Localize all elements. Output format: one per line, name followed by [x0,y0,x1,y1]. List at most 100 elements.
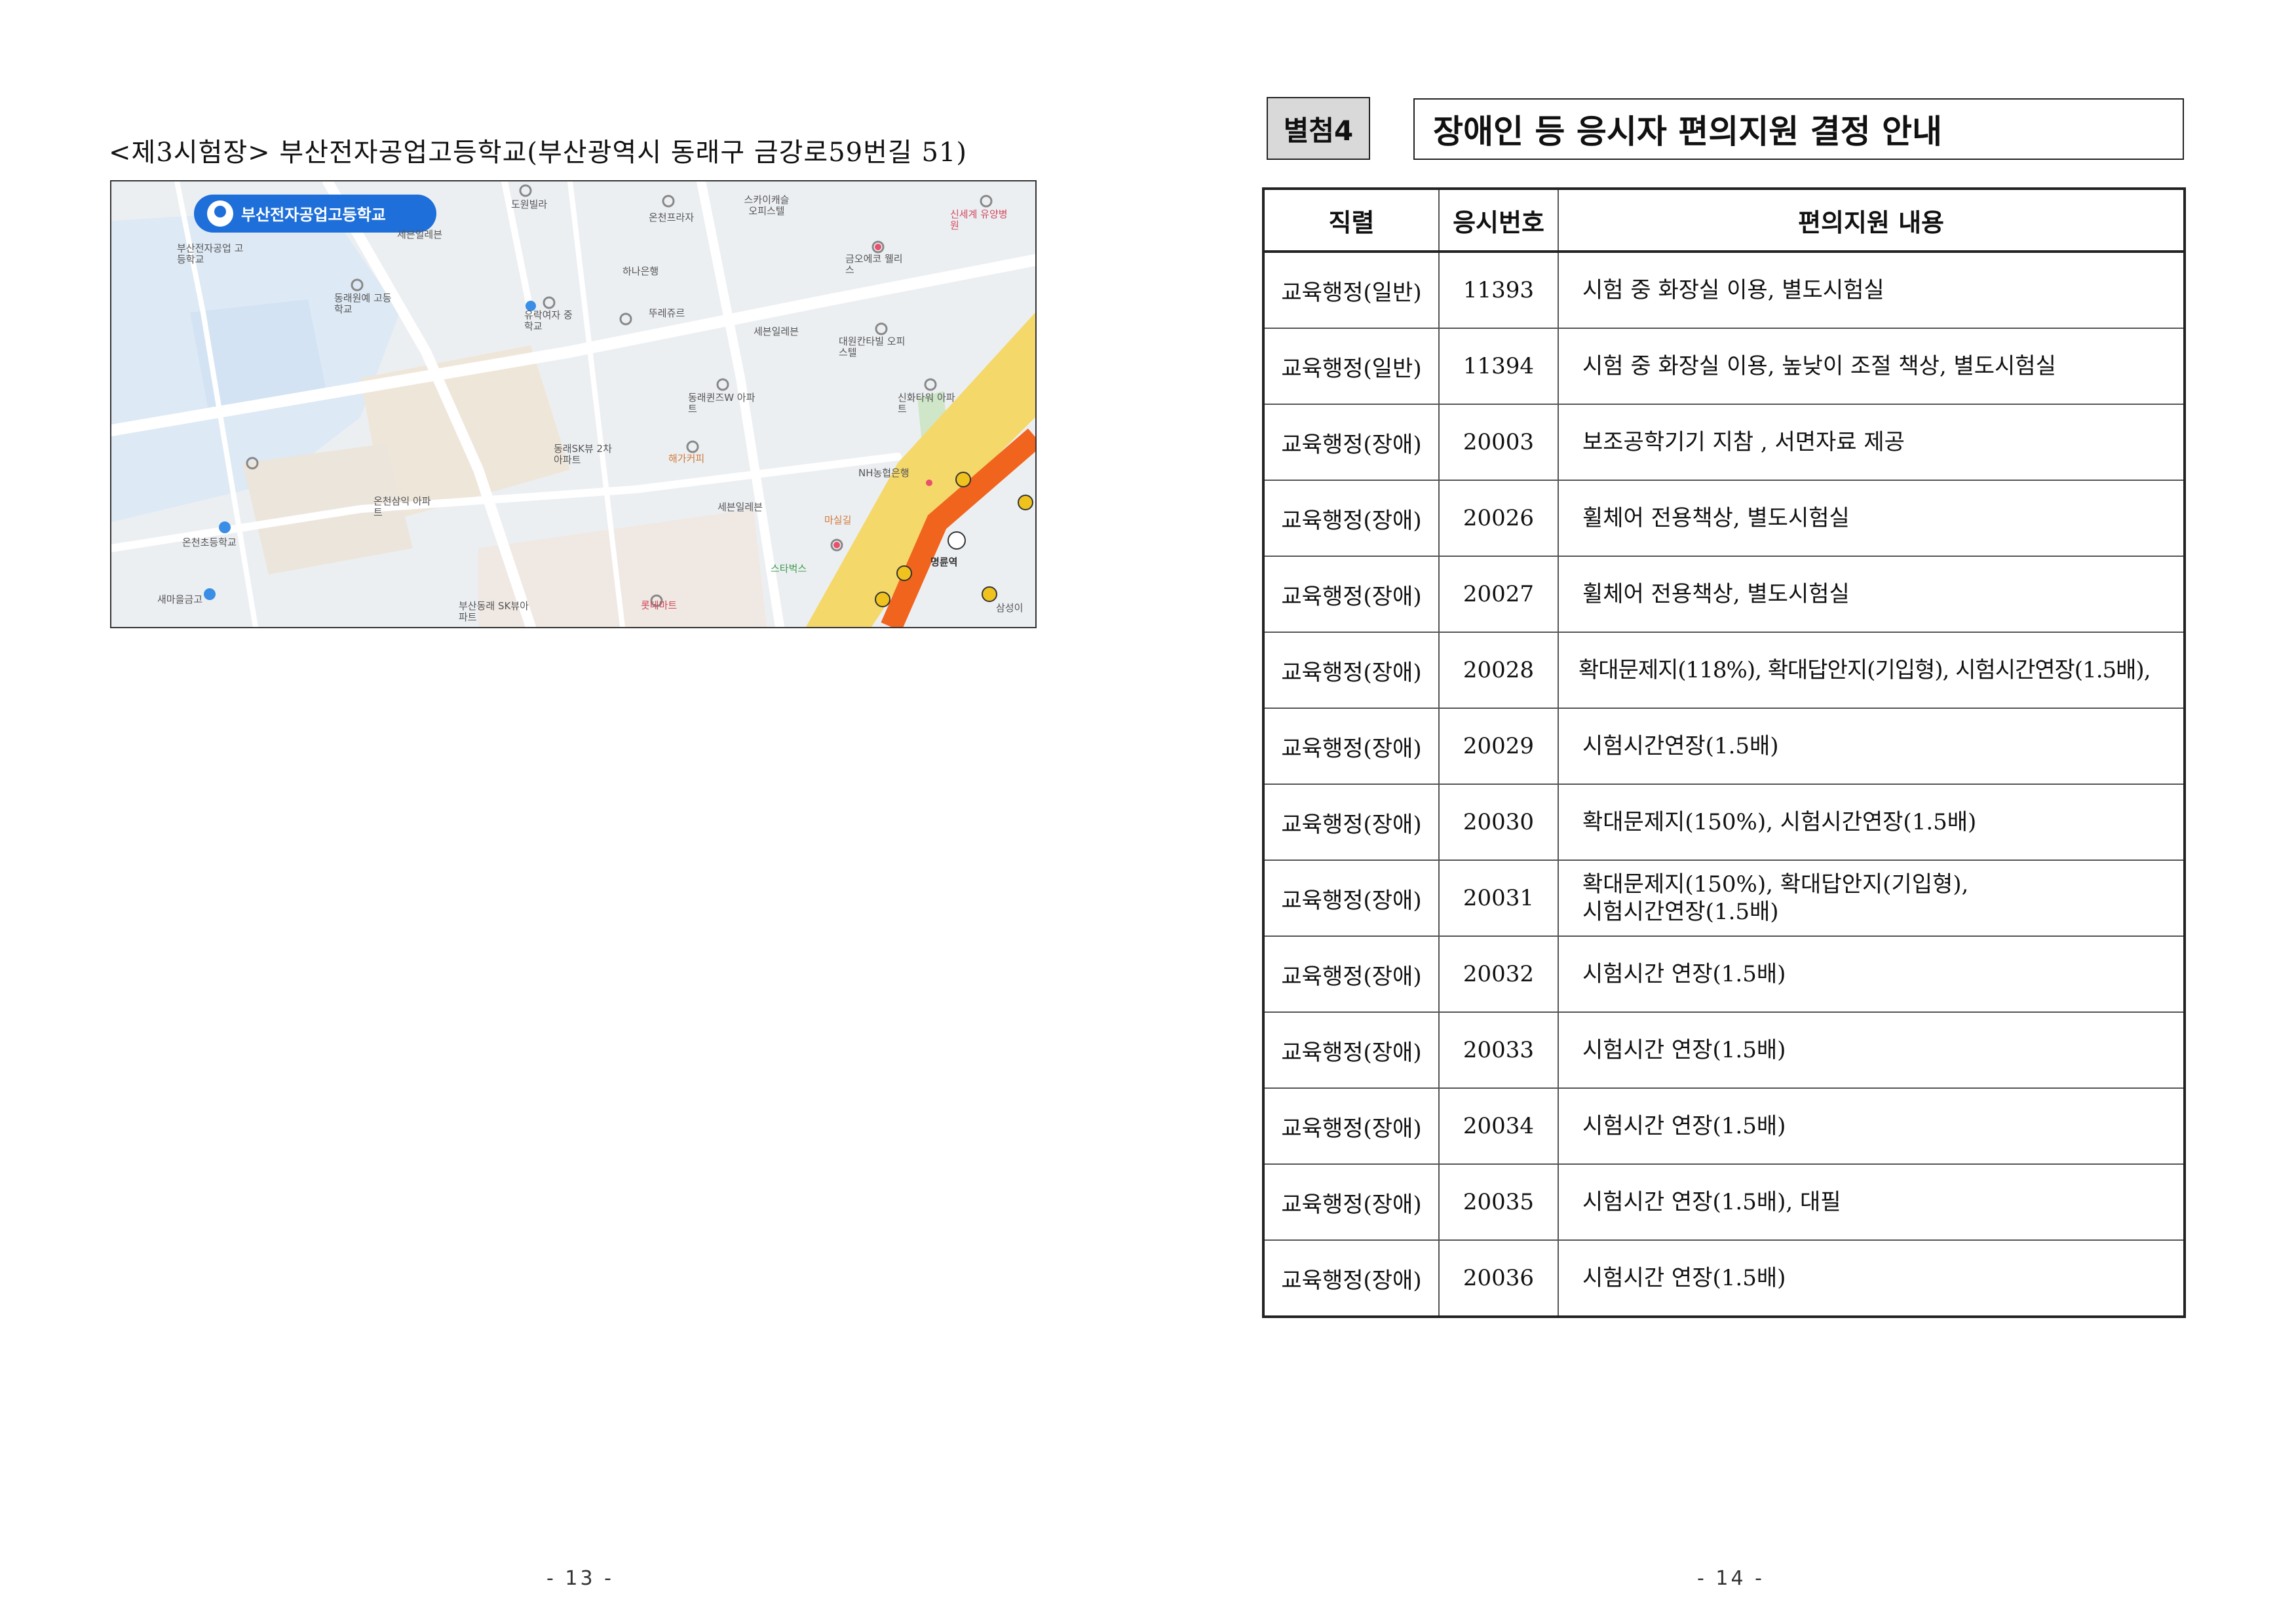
cell-number: 20027 [1438,556,1559,633]
map-label: 하나은행 [622,265,659,277]
desc-line: 휠체어 전용책상, 별도시험실 [1582,504,1850,531]
cell-job: 교육행정(장애) [1263,784,1440,861]
cell-number: 20026 [1438,480,1559,557]
table-row: 교육행정(장애) 20030 확대문제지(150%), 시험시간연장(1.5배) [1263,784,2185,861]
annex-title: 장애인 등 응시자 편의지원 결정 안내 [1413,98,2184,160]
map-label: 스카이캐슬 오피스텔 [744,194,790,217]
venue-title: <제3시험장> 부산전자공업고등학교(부산광역시 동래구 금강로59번길 51) [109,138,967,168]
desc-line: 시험시간 연장(1.5배) [1582,1112,1786,1139]
cell-desc: 보조공학기기 지참 , 서면자료 제공 [1558,404,2185,481]
map-label: 세븐일레븐 [718,501,763,513]
header-job: 직렬 [1263,188,1440,253]
table-row: 교육행정(장애) 20036 시험시간 연장(1.5배) [1263,1239,2185,1317]
cell-desc: 확대문제지(150%), 시험시간연장(1.5배) [1558,784,2185,861]
cell-job: 교육행정(장애) [1263,480,1440,557]
map-label: 새마을금고 [157,594,203,605]
cell-number: 20033 [1438,1011,1559,1089]
cell-desc: 휠체어 전용책상, 별도시험실 [1558,556,2185,633]
map-label: 명륜역 [930,556,958,568]
cell-desc: 시험시간연장(1.5배) [1558,708,2185,785]
desc-line: 확대문제지(150%), 확대답안지(기입형), [1582,871,1969,897]
map-label: 온천삼익 아파트 [373,495,431,518]
cell-job: 교육행정(일반) [1263,251,1440,329]
cell-number: 20029 [1438,708,1559,785]
cell-desc: 시험시간 연장(1.5배) [1558,935,2185,1013]
desc-line: 시험시간 연장(1.5배) [1582,1036,1786,1063]
cell-desc: 확대문제지(150%), 확대답안지(기입형), 시험시간연장(1.5배) [1558,859,2185,937]
table-row: 교육행정(장애) 20026 휠체어 전용책상, 별도시험실 [1263,480,2185,557]
map-label: 금오에코 웰리스 [845,253,903,276]
map-label: 동래원예 고등학교 [334,292,392,315]
cell-number: 20030 [1438,784,1559,861]
map-labels: 도원빌라 온천프라자 스카이캐슬 오피스텔 신세계 유양병원 세븐일레븐 부산전… [111,181,1035,627]
map-label: 세븐일레븐 [397,229,443,240]
table-row: 교육행정(장애) 20003 보조공학기기 지참 , 서면자료 제공 [1263,404,2185,481]
map-label: 온천초등학교 [182,537,237,548]
header-number: 응시번호 [1438,188,1559,253]
cell-number: 20036 [1438,1239,1559,1317]
desc-line: 시험 중 화장실 이용, 높낮이 조절 책상, 별도시험실 [1582,352,2056,379]
cell-number: 20032 [1438,935,1559,1013]
desc-line: 휠체어 전용책상, 별도시험실 [1582,580,1850,607]
cell-job: 교육행정(장애) [1263,556,1440,633]
cell-desc: 시험시간 연장(1.5배) [1558,1239,2185,1317]
header-desc: 편의지원 내용 [1558,188,2185,253]
desc-line: 보조공학기기 지참 , 서면자료 제공 [1582,428,1905,455]
map-label: 삼성이 [996,602,1024,614]
desc-line: 시험 중 화장실 이용, 별도시험실 [1582,276,1885,303]
cell-job: 교육행정(장애) [1263,708,1440,785]
cell-desc: 시험시간 연장(1.5배) [1558,1087,2185,1165]
map-label: 동래퀸즈W 아파트 [688,392,756,415]
map-label: 신화타워 아파트 [898,392,955,415]
cell-desc: 시험 중 화장실 이용, 높낮이 조절 책상, 별도시험실 [1558,328,2185,405]
table-row: 교육행정(장애) 20029 시험시간연장(1.5배) [1263,708,2185,785]
cell-desc: 확대문제지(118%), 확대답안지(기입형), 시험시간연장(1.5배), [1558,632,2185,709]
map-label: 온천프라자 [649,212,695,223]
map-label: 롯데마트 [641,599,678,611]
cell-job: 교육행정(장애) [1263,1011,1440,1089]
table-row: 교육행정(장애) 20035 시험시간 연장(1.5배), 대필 [1263,1163,2185,1241]
map-label: 뚜레쥬르 [649,307,685,319]
desc-line: 시험시간 연장(1.5배) [1582,960,1786,987]
desc-line: 확대문제지(150%), 시험시간연장(1.5배) [1582,808,1977,835]
map-label: 유락여자 중학교 [524,309,573,332]
desc-line: 시험시간 연장(1.5배), 대필 [1582,1188,1841,1215]
table-row: 교육행정(장애) 20028 확대문제지(118%), 확대답안지(기입형), … [1263,632,2185,709]
table-row: 교육행정(장애) 20033 시험시간 연장(1.5배) [1263,1011,2185,1089]
cell-number: 20028 [1438,632,1559,709]
cell-job: 교육행정(장애) [1263,1087,1440,1165]
location-map: 부산전자공업고등학교 도원빌라 온천프라자 스카이캐슬 오피스텔 신세계 유양병… [110,180,1037,628]
table-row: 교육행정(장애) 20031 확대문제지(150%), 확대답안지(기입형), … [1263,859,2185,937]
cell-job: 교육행정(장애) [1263,632,1440,709]
cell-job: 교육행정(장애) [1263,935,1440,1013]
annex-badge: 별첨4 [1267,97,1370,160]
table-row: 교육행정(일반) 11394 시험 중 화장실 이용, 높낮이 조절 책상, 별… [1263,328,2185,405]
desc-line: 시험시간연장(1.5배) [1582,899,1779,925]
page-number-right: - 14 - [1697,1567,1765,1590]
map-label: NH농협은행 [858,467,909,479]
table-body: 교육행정(일반) 11393 시험 중 화장실 이용, 별도시험실 교육행정(일… [1263,251,2185,1317]
map-label: 세븐일레븐 [754,326,799,337]
cell-job: 교육행정(장애) [1263,859,1440,937]
map-label: 스타벅스 [771,563,807,575]
cell-job: 교육행정(장애) [1263,1163,1440,1241]
cell-job: 교육행정(장애) [1263,404,1440,481]
map-label: 해가커피 [668,453,705,464]
desc-line: 확대문제지(118%), 확대답안지(기입형), 시험시간연장(1.5배), [1578,656,2151,683]
table-row: 교육행정(일반) 11393 시험 중 화장실 이용, 별도시험실 [1263,251,2185,329]
map-label: 도원빌라 [511,198,548,210]
support-table: 직렬 응시번호 편의지원 내용 교육행정(일반) 11393 시험 중 화장실 … [1262,187,2186,1318]
cell-desc: 시험시간 연장(1.5배) [1558,1011,2185,1089]
cell-desc: 휠체어 전용책상, 별도시험실 [1558,480,2185,557]
map-label: 마실길 [824,514,852,526]
table-row: 교육행정(장애) 20032 시험시간 연장(1.5배) [1263,935,2185,1013]
cell-number: 11394 [1438,328,1559,405]
cell-desc: 시험 중 화장실 이용, 별도시험실 [1558,251,2185,329]
map-label: 부산동래 SK뷰아파트 [459,600,529,623]
cell-number: 20003 [1438,404,1559,481]
table-header-row: 직렬 응시번호 편의지원 내용 [1263,188,2185,253]
cell-number: 20035 [1438,1163,1559,1241]
map-label: 신세계 유양병원 [950,208,1008,231]
map-label: 동래SK뷰 2차아파트 [554,443,612,466]
page-number-left: - 13 - [546,1567,614,1590]
